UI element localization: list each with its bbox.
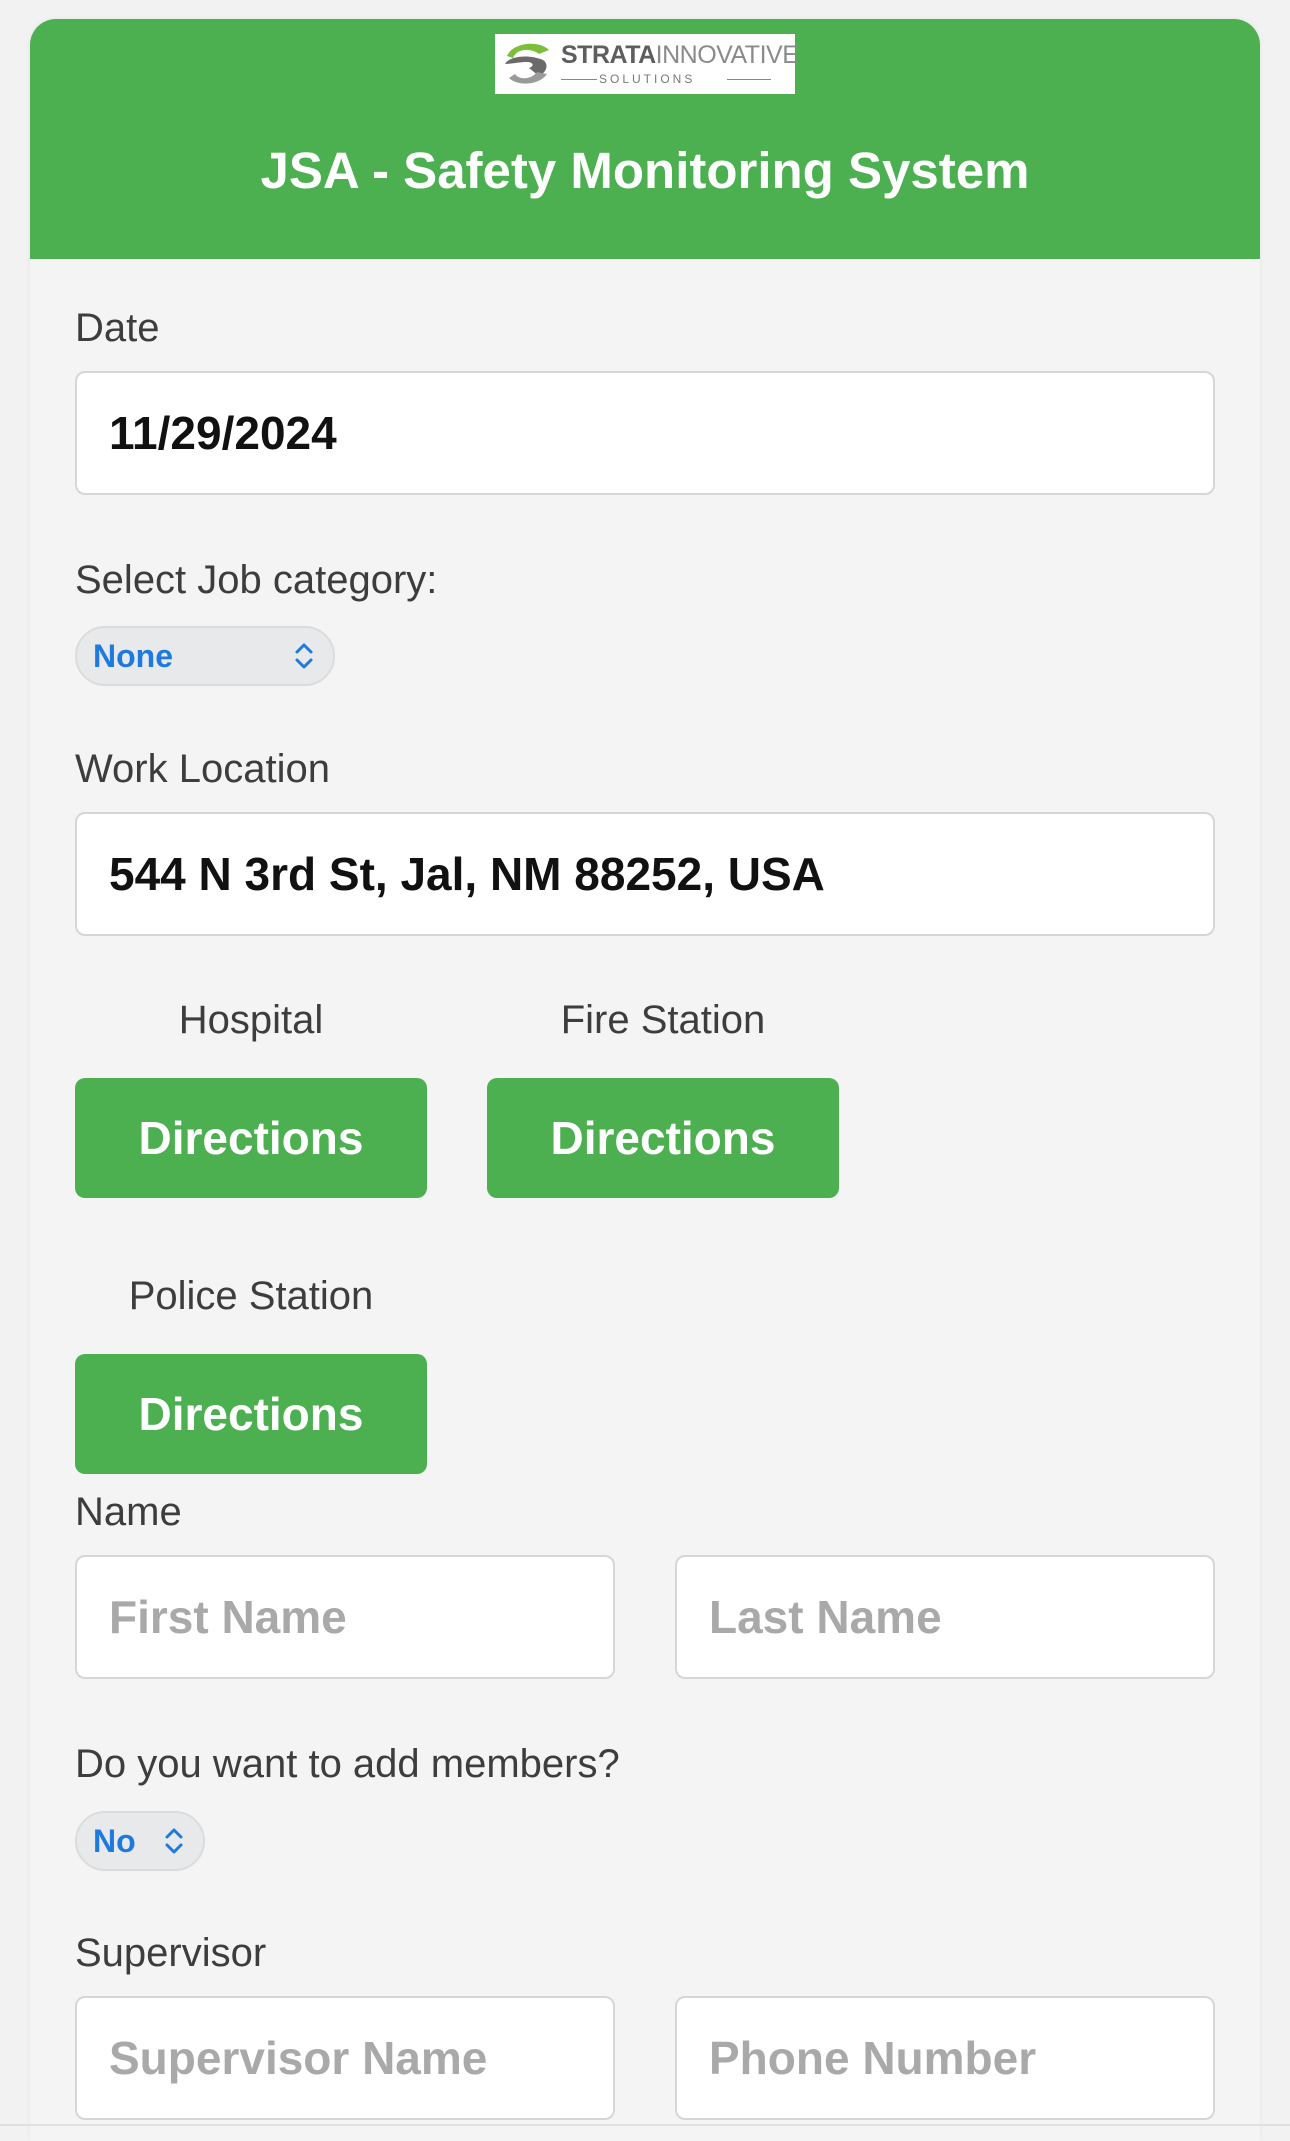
first-name-field[interactable]: First Name xyxy=(75,1555,615,1679)
job-category-label: Select Job category: xyxy=(75,558,438,602)
police-station-label: Police Station xyxy=(128,1274,374,1318)
date-value: 11/29/2024 xyxy=(109,407,337,459)
date-label: Date xyxy=(75,306,160,350)
hospital-label: Hospital xyxy=(178,998,324,1042)
bottom-divider xyxy=(0,2124,1290,2126)
chevron-up-down-icon xyxy=(165,1828,183,1854)
date-field[interactable]: 11/29/2024 xyxy=(75,371,1215,495)
company-logo: STRATAINNOVATIVE SOLUTIONS xyxy=(495,34,799,94)
phone-number-field[interactable]: Phone Number xyxy=(675,1996,1215,2120)
header-banner: STRATAINNOVATIVE SOLUTIONS JSA - Safety … xyxy=(30,19,1260,259)
supervisor-name-field[interactable]: Supervisor Name xyxy=(75,1996,615,2120)
logo-subtext: SOLUTIONS xyxy=(599,72,696,86)
fire-station-label: Fire Station xyxy=(560,998,766,1042)
first-name-placeholder: First Name xyxy=(109,1591,347,1643)
strata-logo-icon xyxy=(505,43,549,84)
add-members-selected: No xyxy=(93,1822,136,1859)
job-category-selected: None xyxy=(93,637,173,674)
fire-station-directions-button[interactable]: Directions xyxy=(487,1078,839,1198)
last-name-placeholder: Last Name xyxy=(709,1591,942,1643)
name-label: Name xyxy=(75,1490,182,1534)
logo-rule-left xyxy=(561,79,597,80)
chevron-up-down-icon xyxy=(295,643,313,669)
logo-wordmark: STRATAINNOVATIVE xyxy=(561,41,799,69)
supervisor-name-placeholder: Supervisor Name xyxy=(109,2032,488,2084)
job-category-select[interactable]: None xyxy=(75,626,335,686)
police-station-directions-button[interactable]: Directions xyxy=(75,1354,427,1474)
page-title: JSA - Safety Monitoring System xyxy=(260,142,1030,199)
last-name-field[interactable]: Last Name xyxy=(675,1555,1215,1679)
form-card: STRATAINNOVATIVE SOLUTIONS JSA - Safety … xyxy=(30,19,1260,2141)
phone-number-placeholder: Phone Number xyxy=(709,2032,1037,2084)
add-members-select[interactable]: No xyxy=(75,1811,205,1871)
add-members-label: Do you want to add members? xyxy=(75,1742,620,1786)
work-location-label: Work Location xyxy=(75,747,330,791)
supervisor-label: Supervisor xyxy=(75,1931,267,1975)
work-location-field[interactable]: 544 N 3rd St, Jal, NM 88252, USA xyxy=(75,812,1215,936)
logo-rule-right xyxy=(727,79,771,80)
work-location-value: 544 N 3rd St, Jal, NM 88252, USA xyxy=(109,848,825,900)
hospital-directions-button[interactable]: Directions xyxy=(75,1078,427,1198)
